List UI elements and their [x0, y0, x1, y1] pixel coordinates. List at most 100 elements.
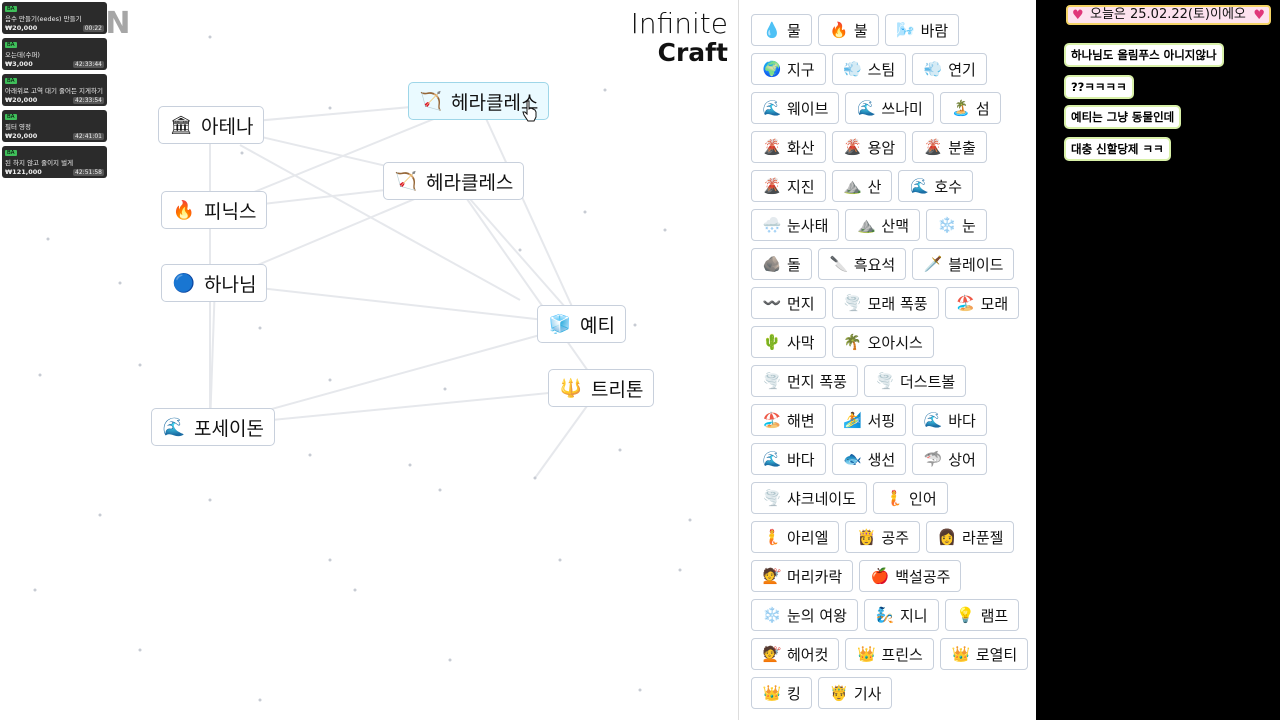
element-emoji-icon: 👑	[762, 684, 782, 702]
sidebar-element[interactable]: 🏖️ 해변	[751, 404, 826, 436]
sidebar-element[interactable]: 🔥 불	[817, 14, 879, 46]
sidebar-element[interactable]: 🌋 화산	[751, 131, 826, 163]
sidebar-element[interactable]: 👑 프린스	[845, 638, 934, 670]
sidebar-element[interactable]: 🧞 지니	[863, 599, 939, 631]
sidebar-element[interactable]: 🌪️ 먼지 폭풍	[751, 365, 858, 397]
canvas-node[interactable]: 🧊 예티	[537, 305, 626, 343]
element-label: 상어	[948, 450, 976, 469]
canvas-node[interactable]: 🔱 트리톤	[548, 369, 655, 407]
sidebar-element[interactable]: 🌋 지진	[751, 170, 826, 202]
sidebar-element[interactable]: 🌊 쓰나미	[845, 92, 934, 124]
sidebar-element[interactable]: 🌪️ 모래 폭풍	[831, 287, 939, 319]
element-label: 바다	[787, 450, 815, 469]
sidebar-element[interactable]: 🌊 바다	[751, 443, 826, 475]
sidebar-element[interactable]: 🌋 용암	[831, 131, 907, 163]
sidebar-element[interactable]: 🌊 웨이브	[751, 92, 840, 124]
sidebar-element[interactable]: 🌪️ 샤크네이도	[751, 482, 868, 514]
sidebar-element[interactable]: 🍎 백설공주	[859, 560, 962, 592]
element-emoji-icon: 🌪️	[762, 489, 782, 507]
sidebar-element[interactable]: 🗡️ 블레이드	[912, 248, 1015, 280]
sidebar-element[interactable]: 🦈 상어	[912, 443, 987, 475]
element-label: 서핑	[867, 411, 896, 430]
element-label: 눈사태	[787, 216, 829, 235]
element-label: 눈의 여왕	[787, 606, 847, 625]
sidebar-element[interactable]: 🌴 오아시스	[831, 326, 934, 358]
sidebar-element[interactable]: 🐟 생선	[831, 443, 907, 475]
sidebar-element[interactable]: 🌬️ 바람	[884, 14, 960, 46]
sidebar-element[interactable]: 🧜 아리엘	[751, 521, 840, 553]
element-emoji-icon: 🌬️	[896, 21, 915, 39]
canvas-node[interactable]: 🔥 피닉스	[161, 191, 268, 229]
sidebar-element[interactable]: 💇 헤어컷	[751, 638, 840, 670]
sidebar-element[interactable]: 🌵 사막	[751, 326, 826, 358]
element-emoji-icon: 🔥	[829, 21, 849, 39]
sidebar-element[interactable]: 🏄 서핑	[831, 404, 907, 436]
sidebar-element[interactable]: 👸 공주	[845, 521, 921, 553]
element-label: 램프	[980, 606, 1009, 625]
donation-card: BA 필터 영정 ₩20,000 42:41:01	[2, 110, 107, 142]
donation-card: BA 아래위로 고역 대기 줄어든 지게하기 ₩20,000 42:33:54	[2, 74, 107, 106]
element-emoji-icon: 👸	[857, 528, 876, 546]
sidebar-element[interactable]: 〰️ 먼지	[751, 287, 826, 319]
element-emoji-icon: 👩	[937, 528, 957, 546]
canvas-node[interactable]: 🌊 포세이돈	[151, 408, 275, 446]
bow-icon: 🏹	[394, 170, 418, 192]
sidebar-element[interactable]: ❄️ 눈	[926, 209, 987, 241]
element-emoji-icon: 🌪️	[875, 372, 895, 390]
sidebar-element[interactable]: 🪨 돌	[751, 248, 812, 280]
sidebar-element[interactable]: 👑 킹	[751, 677, 812, 709]
sidebar-element[interactable]: 👩 라푼젤	[926, 521, 1015, 553]
element-label: 불	[853, 21, 868, 40]
sidebar-element[interactable]: 🔪 흑요석	[817, 248, 907, 280]
sidebar-element[interactable]: 💧 물	[751, 14, 812, 46]
sidebar-element[interactable]: ⛰️ 산맥	[845, 209, 921, 241]
sidebar-element[interactable]: 💨 연기	[912, 53, 987, 85]
sidebar-element[interactable]: 💇 머리카락	[751, 560, 854, 592]
infinite-craft-logo[interactable]: Infinite Craft	[631, 10, 728, 66]
sidebar-element[interactable]: 👑 로열티	[939, 638, 1029, 670]
element-label: 블레이드	[948, 255, 1004, 274]
element-emoji-icon: 🌪️	[843, 294, 862, 312]
element-label: 산맥	[881, 216, 910, 235]
sidebar-element[interactable]: ❄️ 눈의 여왕	[751, 599, 858, 631]
sidebar-element[interactable]: 🏖️ 모래	[944, 287, 1020, 319]
sidebar-element[interactable]: 🌊 바다	[912, 404, 987, 436]
sidebar-element[interactable]: ⛰️ 산	[831, 170, 893, 202]
element-label: 스팀	[867, 60, 896, 79]
canvas-node[interactable]: 🔵 하나님	[161, 264, 268, 302]
sidebar-element[interactable]: 💡 램프	[944, 599, 1020, 631]
element-emoji-icon: 🌊	[923, 411, 943, 429]
element-label: 눈	[962, 216, 976, 235]
sidebar-element[interactable]: 🤴 기사	[817, 677, 893, 709]
canvas-node[interactable]: 🏛 아테나	[158, 106, 265, 144]
element-label: 더스트볼	[899, 372, 956, 391]
sidebar-element[interactable]: 🌨️ 눈사태	[751, 209, 840, 241]
element-emoji-icon: 🌵	[762, 333, 782, 351]
element-label: 라푼젤	[962, 528, 1004, 547]
sidebar-element[interactable]: 🧜 인어	[873, 482, 948, 514]
canvas-node[interactable]: 🏹 헤라클레스	[383, 162, 525, 200]
crafting-canvas[interactable]: VALTUN BA음수 만들기(eedes) 만들기₩20,00000:22 B…	[0, 0, 738, 720]
sidebar-element[interactable]: 💨 스팀	[831, 53, 907, 85]
element-emoji-icon: ❄️	[762, 606, 782, 624]
element-emoji-icon: 🦈	[923, 450, 943, 468]
element-emoji-icon: 🏖️	[762, 411, 782, 429]
heart-icon: ♥	[1072, 8, 1084, 23]
element-emoji-icon: 💨	[923, 60, 943, 78]
sidebar-element[interactable]: 🌍 지구	[751, 53, 826, 85]
orb-icon: 🔵	[172, 272, 196, 294]
element-label: 흑요석	[853, 255, 896, 274]
sidebar-element[interactable]: 🌪️ 더스트볼	[863, 365, 967, 397]
sidebar-element[interactable]: 🌊 호수	[898, 170, 974, 202]
stream-overlay-panel: ♥ 오늘은 25.02.22(토)이에오 ♥ 하나님도 올림푸스 아니지않나 ??ㅋ…	[1036, 0, 1280, 720]
element-emoji-icon: 🧜	[762, 528, 782, 546]
element-sidebar[interactable]: 💧 물 🔥 불 🌬️ 바람 🌍 지구 💨 스팀 💨 연기 🌊 웨이브 🌊 쓰나미 🏝️ 섬 🌋 화산 🌋 용암 🌋 분출 🌋 지진…	[738, 0, 1036, 720]
element-label: 용암	[867, 138, 896, 157]
element-emoji-icon: 🌋	[762, 177, 782, 195]
sidebar-element[interactable]: 🌋 분출	[912, 131, 987, 163]
connection-lines	[33, 35, 692, 702]
sidebar-element[interactable]: 🏝️ 섬	[939, 92, 1001, 124]
element-emoji-icon: 🌋	[923, 138, 943, 156]
node-label: 포세이돈	[194, 417, 264, 440]
node-label: 피닉스	[204, 200, 257, 223]
